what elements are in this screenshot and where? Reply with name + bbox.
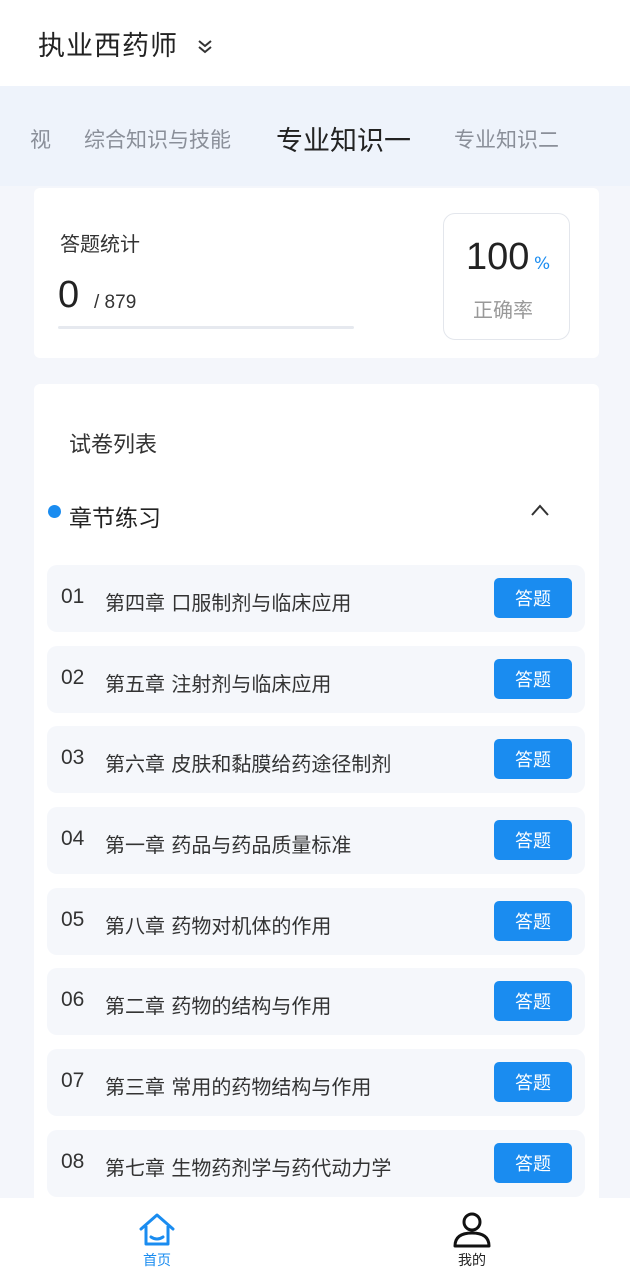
answer-button[interactable]: 答题: [494, 901, 572, 941]
section-bullet: [48, 505, 61, 518]
answer-button[interactable]: 答题: [494, 739, 572, 779]
nav-mine[interactable]: 我的: [432, 1206, 512, 1276]
chapter-row[interactable]: 06 第二章 药物的结构与作用 答题: [47, 968, 585, 1035]
answer-stats-card: 答题统计 0 / 879 100 % 正确率: [34, 188, 599, 358]
nav-home[interactable]: 首页: [117, 1206, 197, 1276]
chapter-name: 第一章 药品与药品质量标准: [105, 833, 352, 857]
accuracy-value: 100: [466, 236, 530, 278]
answer-button[interactable]: 答题: [494, 820, 572, 860]
nav-mine-label: 我的: [458, 1253, 486, 1269]
answer-button[interactable]: 答题: [494, 659, 572, 699]
accuracy-label: 正确率: [473, 298, 533, 322]
answer-button[interactable]: 答题: [494, 1143, 572, 1183]
subject-tabs: 视 综合知识与技能 专业知识一 专业知识二: [0, 86, 630, 186]
answered-count: 0: [58, 274, 80, 316]
chapter-name: 第四章 口服制剂与临床应用: [105, 591, 352, 615]
user-icon: [453, 1212, 491, 1248]
tab-comprehensive-skills[interactable]: 综合知识与技能: [84, 124, 231, 154]
chapter-row[interactable]: 08 第七章 生物药剂学与药代动力学 答题: [47, 1130, 585, 1197]
accuracy-unit: %: [534, 254, 551, 274]
paper-list-card: 试卷列表 章节练习 01 第四章 口服制剂与临床应用 答题 02 第五章 注射剂…: [34, 384, 599, 1204]
chapter-number: 08: [61, 1150, 85, 1173]
answer-button[interactable]: 答题: [494, 1062, 572, 1102]
chapter-name: 第六章 皮肤和黏膜给药途径制剂: [105, 752, 392, 776]
chapter-name: 第三章 常用的药物结构与作用: [105, 1075, 372, 1099]
chapter-name: 第五章 注射剂与临床应用: [105, 672, 332, 696]
progress-track: [58, 326, 354, 329]
exam-type-selector[interactable]: 执业西药师: [38, 24, 178, 63]
paper-list-title: 试卷列表: [69, 433, 158, 458]
chapter-name: 第八章 药物对机体的作用: [105, 914, 332, 938]
chapter-number: 02: [61, 666, 85, 689]
nav-home-label: 首页: [143, 1253, 171, 1269]
stats-label: 答题统计: [60, 232, 140, 256]
chevron-up-icon[interactable]: [529, 501, 551, 519]
chapter-name: 第七章 生物药剂学与药代动力学: [105, 1156, 392, 1180]
chapter-number: 04: [61, 827, 85, 850]
tab-professional-knowledge-2[interactable]: 专业知识二: [454, 124, 559, 154]
chapter-number: 05: [61, 908, 85, 931]
home-icon: [139, 1213, 175, 1246]
chevron-double-down-icon[interactable]: [196, 38, 214, 56]
chapter-number: 07: [61, 1069, 85, 1092]
total-count: / 879: [94, 292, 137, 313]
accuracy-box: 100 % 正确率: [443, 213, 570, 340]
section-title-chapter-practice[interactable]: 章节练习: [69, 499, 161, 533]
answer-button[interactable]: 答题: [494, 981, 572, 1021]
tab-professional-knowledge-1[interactable]: 专业知识一: [276, 119, 411, 158]
chapter-number: 06: [61, 988, 85, 1011]
chapter-row[interactable]: 05 第八章 药物对机体的作用 答题: [47, 888, 585, 955]
tab-partial[interactable]: 视: [30, 124, 51, 154]
chapter-name: 第二章 药物的结构与作用: [105, 994, 332, 1018]
chapter-row[interactable]: 01 第四章 口服制剂与临床应用 答题: [47, 565, 585, 632]
bottom-nav: 首页 我的: [0, 1198, 630, 1280]
answer-button[interactable]: 答题: [494, 578, 572, 618]
chapter-row[interactable]: 03 第六章 皮肤和黏膜给药途径制剂 答题: [47, 726, 585, 793]
header: 执业西药师: [0, 0, 630, 86]
chapter-number: 01: [61, 585, 85, 608]
chapter-number: 03: [61, 746, 85, 769]
chapter-row[interactable]: 07 第三章 常用的药物结构与作用 答题: [47, 1049, 585, 1116]
chapter-row[interactable]: 04 第一章 药品与药品质量标准 答题: [47, 807, 585, 874]
chapter-row[interactable]: 02 第五章 注射剂与临床应用 答题: [47, 646, 585, 713]
